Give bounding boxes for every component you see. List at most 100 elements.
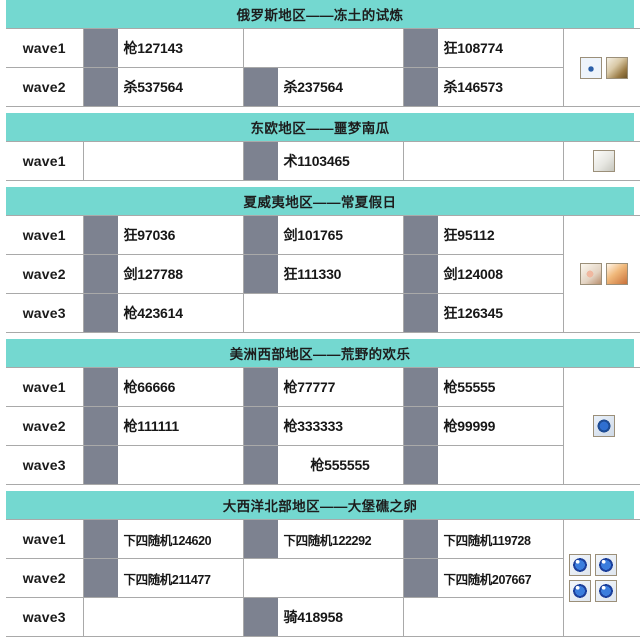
enemy-entry: 下四随机124620 — [84, 520, 243, 558]
red-lobster-portrait-icon — [404, 294, 438, 332]
crustacean-portrait-icon — [404, 520, 438, 558]
enemy-cell: 下四随机211477 — [83, 559, 243, 598]
enemy-label: 剑124008 — [438, 255, 563, 293]
enemy-label: 枪66666 — [118, 368, 243, 406]
wave-label-cell: wave1 — [3, 142, 83, 181]
drop-list — [564, 146, 640, 176]
red-lobster-portrait-icon — [404, 216, 438, 254]
scroll-page-item-icon[interactable] — [593, 150, 615, 172]
enemy-label: 杀237564 — [278, 68, 403, 106]
enemy-label — [118, 446, 243, 484]
wave-label-cell: wave3 — [3, 598, 83, 637]
enemy-cell: 枪555555 — [243, 446, 403, 485]
enemy-label: 枪555555 — [278, 446, 403, 484]
enemy-cell — [83, 598, 243, 637]
enemy-label: 剑127788 — [118, 255, 243, 293]
empty-slot — [84, 142, 243, 180]
enemy-entry: 枪423614 — [84, 294, 243, 332]
blue-orb-item-icon[interactable] — [569, 580, 591, 602]
wave-label: wave1 — [6, 153, 83, 169]
wave-label-cell: wave1 — [3, 368, 83, 407]
blue-orb-item-icon[interactable] — [595, 580, 617, 602]
enemy-cell: 枪77777 — [243, 368, 403, 407]
enemy-entry: 狂111330 — [244, 255, 403, 293]
wave-table-eastern-europe: wave1 术1103465 — [0, 141, 640, 181]
enemy-cell — [243, 294, 403, 333]
enemy-entry: 下四随机211477 — [84, 559, 243, 597]
wave-table-western-america: wave1 枪66666枪77777枪55555 wave2 枪111111 枪3333… — [0, 367, 640, 485]
blue-orb-item-icon[interactable] — [569, 554, 591, 576]
empty-slot — [244, 29, 403, 67]
section-eastern-europe: 东欧地区——噩梦南瓜 wave1 术1103465 — [0, 113, 640, 181]
enemy-entry: 下四随机119728 — [404, 520, 563, 558]
wave-label: wave3 — [6, 457, 83, 473]
crab-claw-item-icon[interactable] — [580, 263, 602, 285]
enemy-cell: 枪423614 — [83, 294, 243, 333]
enemy-cell: 枪55555 — [403, 368, 563, 407]
enemy-label: 枪333333 — [278, 407, 403, 445]
section-header-hawaii: 夏威夷地区——常夏假日 — [0, 187, 640, 215]
enemy-cell: 剑127788 — [83, 255, 243, 294]
snow-crystal-item-icon[interactable] — [580, 57, 602, 79]
wave-label: wave2 — [6, 418, 83, 434]
enemy-label: 狂108774 — [438, 29, 563, 67]
section-title: 俄罗斯地区——冻土的试炼 — [237, 4, 404, 24]
table-row: wave2下四随机211477下四随机207667 — [3, 559, 640, 598]
bone-fang-item-icon[interactable] — [606, 57, 628, 79]
enemy-cell: 狂95112 — [403, 216, 563, 255]
gold-pile-portrait-icon — [244, 446, 278, 484]
enemy-cell: 下四随机122292 — [243, 520, 403, 559]
drop-list — [564, 550, 622, 606]
enemy-entry: 狂97036 — [84, 216, 243, 254]
enemy-cell — [403, 598, 563, 637]
enemy-cell — [403, 142, 563, 181]
enemy-entry: 骑418958 — [244, 598, 403, 636]
enemy-label: 枪423614 — [118, 294, 243, 332]
enemy-entry: 狂95112 — [404, 216, 563, 254]
drop-items-cell — [563, 216, 640, 333]
knight-portrait-icon — [244, 598, 278, 636]
table-row: wave3枪423614狂126345 — [3, 294, 640, 333]
empty-slot — [84, 598, 243, 636]
wave-label: wave1 — [6, 40, 83, 56]
enemy-cell: 下四随机124620 — [83, 520, 243, 559]
enemy-entry: 下四随机207667 — [404, 559, 563, 597]
enemy-entry: 剑124008 — [404, 255, 563, 293]
shark-portrait-icon — [84, 559, 118, 597]
table-row: wave2 剑127788狂111330 剑124008 — [3, 255, 640, 294]
enemy-entry: 枪77777 — [244, 368, 403, 406]
drop-items-cell — [563, 29, 640, 107]
drop-list — [564, 411, 640, 441]
blue-orb-item-icon[interactable] — [595, 554, 617, 576]
blue-gem-item-icon[interactable] — [593, 415, 615, 437]
blue-knight-portrait-icon — [404, 29, 438, 67]
enemy-cell: 剑101765 — [243, 216, 403, 255]
enemy-cell — [243, 559, 403, 598]
crustacean-portrait-icon — [244, 520, 278, 558]
crustacean-portrait-icon — [84, 520, 118, 558]
wave-label: wave2 — [6, 266, 83, 282]
gold-pile-portrait-icon — [84, 446, 118, 484]
phoenix-feather-item-icon[interactable] — [606, 263, 628, 285]
enemy-entry: 剑127788 — [84, 255, 243, 293]
wave-label-cell: wave1 — [3, 520, 83, 559]
enemy-label: 下四随机124620 — [118, 520, 243, 558]
section-western-america: 美洲西部地区——荒野的欢乐wave1枪66666枪77777枪55555wave… — [0, 339, 640, 485]
empty-slot — [404, 598, 563, 636]
section-title: 东欧地区——噩梦南瓜 — [251, 117, 390, 137]
enemy-cell: 枪333333 — [243, 407, 403, 446]
gold-pile-portrait-icon — [404, 407, 438, 445]
section-russia: 俄罗斯地区——冻土的试炼wave1枪127143狂108774wave2杀537… — [0, 0, 640, 107]
enemy-label: 剑101765 — [278, 216, 403, 254]
enemy-cell: 术1103465 — [243, 142, 403, 181]
enemy-cell: 下四随机207667 — [403, 559, 563, 598]
drop-items-cell — [563, 520, 640, 637]
gold-pile-portrait-icon — [244, 407, 278, 445]
wave-label: wave3 — [6, 305, 83, 321]
enemy-label: 枪111111 — [118, 407, 243, 445]
enemy-entry: 杀237564 — [244, 68, 403, 106]
wave-table-north-atlantic: wave1下四随机124620下四随机122292下四随机119728wave2… — [0, 519, 640, 637]
drop-items-cell — [563, 142, 640, 181]
gold-pile-portrait-icon — [84, 368, 118, 406]
wave-label-cell: wave2 — [3, 407, 83, 446]
